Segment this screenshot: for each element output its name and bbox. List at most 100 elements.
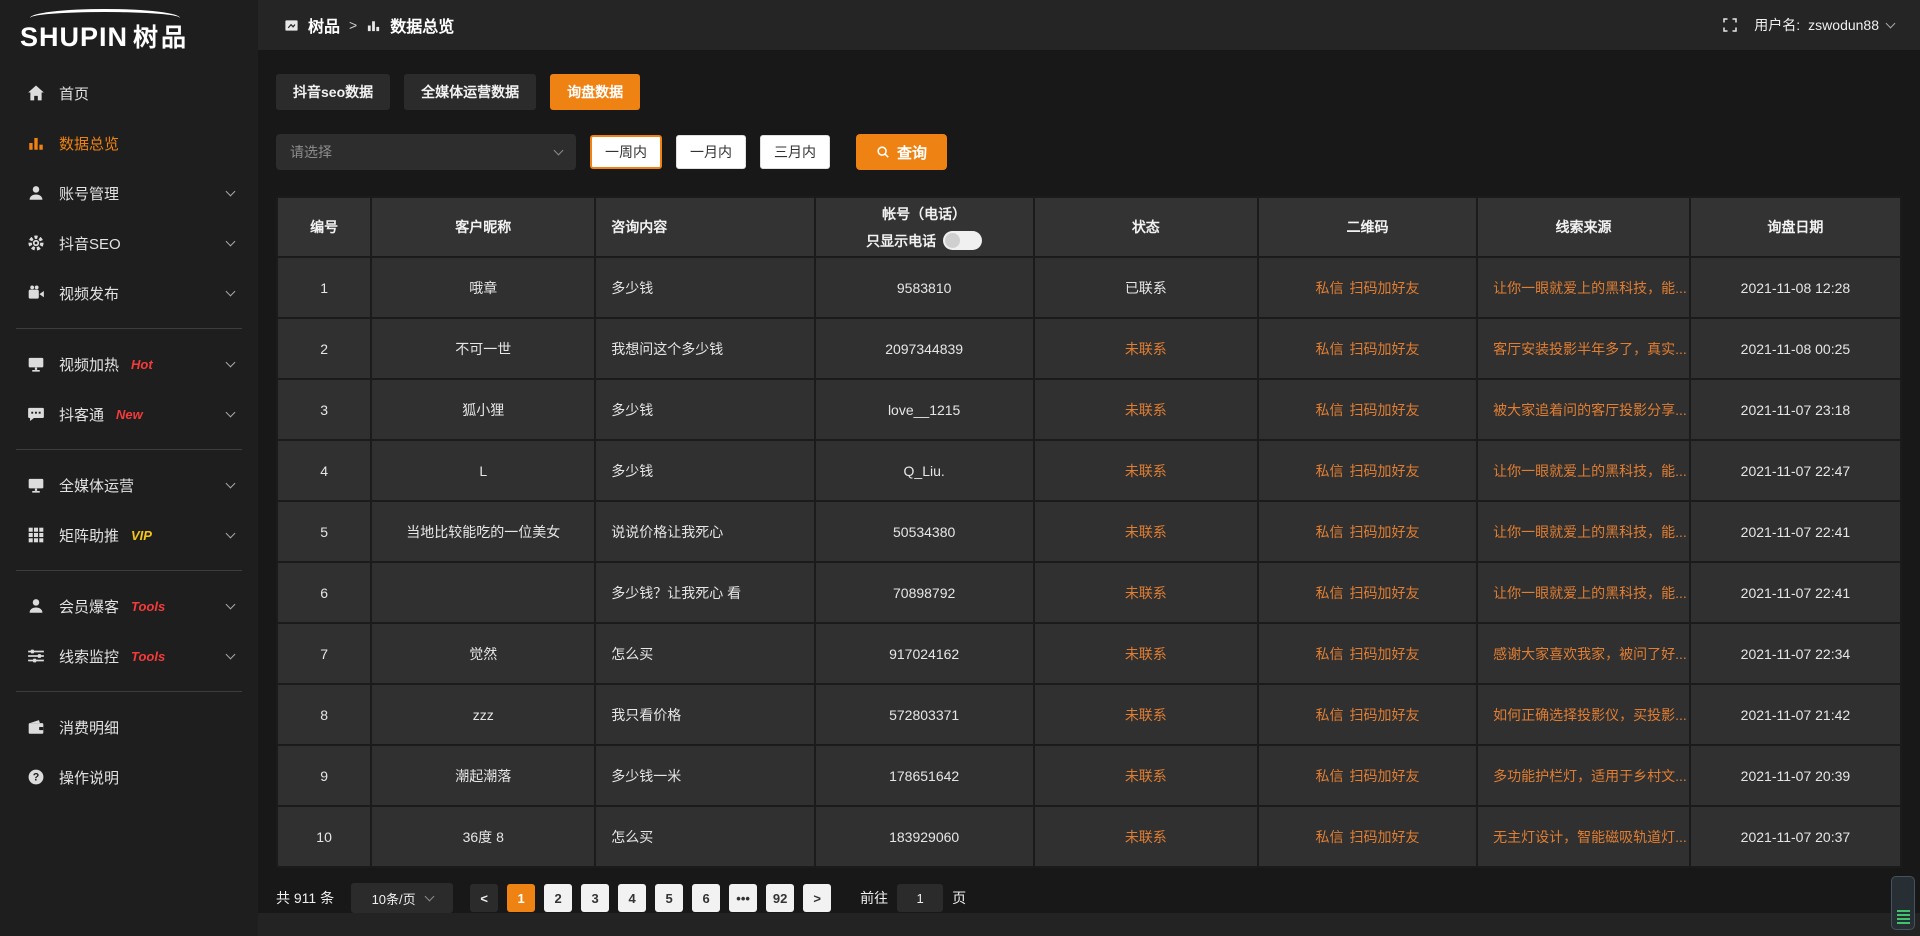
prev-page-button[interactable]: < bbox=[470, 884, 498, 912]
range-button-one-month[interactable]: 一月内 bbox=[676, 135, 746, 169]
scan-add-friend-link[interactable]: 扫码加好友 bbox=[1349, 768, 1419, 784]
page-button-2[interactable]: 2 bbox=[544, 884, 572, 912]
sidebar-item-matrix-boost[interactable]: 矩阵助推 VIP bbox=[0, 510, 258, 560]
cell-qrcode: 私信扫码加好友 bbox=[1258, 257, 1477, 318]
sidebar-item-video-publish[interactable]: 视频发布 bbox=[0, 268, 258, 318]
sidebar-item-video-heating[interactable]: 视频加热Hot bbox=[0, 339, 258, 389]
sidebar-item-home[interactable]: 首页 bbox=[0, 68, 258, 118]
breadcrumb-item-page[interactable]: 数据总览 bbox=[390, 13, 454, 37]
filter-select-placeholder: 请选择 bbox=[290, 142, 332, 162]
private-message-link[interactable]: 私信 bbox=[1315, 524, 1343, 540]
source-link[interactable]: 多功能护栏灯，适用于乡村文... bbox=[1493, 768, 1687, 784]
private-message-link[interactable]: 私信 bbox=[1315, 585, 1343, 601]
cell-date: 2021-11-07 20:39 bbox=[1690, 745, 1901, 806]
private-message-link[interactable]: 私信 bbox=[1315, 402, 1343, 418]
cell-source: 让你一眼就爱上的黑科技，能... bbox=[1477, 257, 1690, 318]
scan-add-friend-link[interactable]: 扫码加好友 bbox=[1349, 829, 1419, 845]
search-icon bbox=[876, 145, 890, 159]
chevron-down-icon bbox=[226, 287, 236, 297]
range-button-one-week[interactable]: 一周内 bbox=[590, 135, 662, 169]
sidebar-item-douyin-seo[interactable]: 抖音SEO bbox=[0, 218, 258, 268]
tab-omni-media-data[interactable]: 全媒体运营数据 bbox=[404, 74, 536, 110]
private-message-link[interactable]: 私信 bbox=[1315, 768, 1343, 784]
cell-nickname: 当地比较能吃的一位美女 bbox=[371, 501, 595, 562]
source-link[interactable]: 感谢大家喜欢我家，被问了好... bbox=[1493, 646, 1687, 662]
inquiry-table: 编号 客户昵称 咨询内容 帐号（电话） 只显示电话 状态 二维码 线索来源 询盘… bbox=[276, 196, 1902, 868]
page-button-1[interactable]: 1 bbox=[507, 884, 535, 912]
sidebar-item-label: 数据总览 bbox=[59, 133, 119, 154]
scan-add-friend-link[interactable]: 扫码加好友 bbox=[1349, 463, 1419, 479]
sidebar-badge: Tools bbox=[131, 649, 165, 664]
next-page-button[interactable]: > bbox=[803, 884, 831, 912]
source-link[interactable]: 让你一眼就爱上的黑科技，能... bbox=[1493, 524, 1687, 540]
sidebar-item-member-baoke[interactable]: 会员爆客Tools bbox=[0, 581, 258, 631]
cell-qrcode: 私信扫码加好友 bbox=[1258, 806, 1477, 867]
private-message-link[interactable]: 私信 bbox=[1315, 707, 1343, 723]
page-button-5[interactable]: 5 bbox=[655, 884, 683, 912]
cell-content: 我只看价格 bbox=[595, 684, 814, 745]
sidebar-item-data-overview[interactable]: 数据总览 bbox=[0, 118, 258, 168]
floating-widget[interactable] bbox=[1891, 876, 1915, 930]
phone-only-toggle[interactable] bbox=[943, 231, 982, 250]
scan-add-friend-link[interactable]: 扫码加好友 bbox=[1349, 585, 1419, 601]
sidebar-item-label: 矩阵助推 bbox=[59, 525, 119, 546]
sidebar-badge: VIP bbox=[131, 528, 152, 543]
page-ellipsis-button[interactable]: ••• bbox=[729, 884, 757, 912]
fullscreen-icon[interactable] bbox=[1722, 17, 1738, 33]
page-button-3[interactable]: 3 bbox=[581, 884, 609, 912]
cell-account: 70898792 bbox=[815, 562, 1034, 623]
scan-add-friend-link[interactable]: 扫码加好友 bbox=[1349, 402, 1419, 418]
private-message-link[interactable]: 私信 bbox=[1315, 646, 1343, 662]
cell-nickname: 不可一世 bbox=[371, 318, 595, 379]
cell-nickname: 36度 8 bbox=[371, 806, 595, 867]
user-menu[interactable]: 用户名: zswodun88 bbox=[1754, 15, 1894, 35]
source-link[interactable]: 让你一眼就爱上的黑科技，能... bbox=[1493, 463, 1687, 479]
page-button-6[interactable]: 6 bbox=[692, 884, 720, 912]
private-message-link[interactable]: 私信 bbox=[1315, 463, 1343, 479]
private-message-link[interactable]: 私信 bbox=[1315, 341, 1343, 357]
page-button-4[interactable]: 4 bbox=[618, 884, 646, 912]
source-link[interactable]: 被大家追着问的客厅投影分享... bbox=[1493, 402, 1687, 418]
source-link[interactable]: 客厅安装投影半年多了，真实... bbox=[1493, 341, 1687, 357]
scan-add-friend-link[interactable]: 扫码加好友 bbox=[1349, 707, 1419, 723]
source-link[interactable]: 让你一眼就爱上的黑科技，能... bbox=[1493, 585, 1687, 601]
scan-add-friend-link[interactable]: 扫码加好友 bbox=[1349, 341, 1419, 357]
cell-account: love__1215 bbox=[815, 379, 1034, 440]
page-button-92[interactable]: 92 bbox=[766, 884, 794, 912]
sidebar-item-account-management[interactable]: 账号管理 bbox=[0, 168, 258, 218]
pagination-total: 共 911 条 bbox=[276, 888, 334, 908]
filter-select[interactable]: 请选择 bbox=[276, 134, 576, 170]
private-message-link[interactable]: 私信 bbox=[1315, 829, 1343, 845]
breadcrumb-item-brand[interactable]: 树品 bbox=[308, 13, 340, 37]
sidebar: SHUPIN树品 首页数据总览账号管理抖音SEO视频发布视频加热Hot抖客通Ne… bbox=[0, 0, 258, 936]
sidebar-item-consumption-detail[interactable]: 消费明细 bbox=[0, 702, 258, 752]
scan-add-friend-link[interactable]: 扫码加好友 bbox=[1349, 646, 1419, 662]
cell-account: 178651642 bbox=[815, 745, 1034, 806]
sidebar-divider bbox=[16, 328, 242, 329]
search-button[interactable]: 查询 bbox=[856, 134, 947, 170]
sidebar-item-douketong[interactable]: 抖客通New bbox=[0, 389, 258, 439]
cell-nickname bbox=[371, 562, 595, 623]
source-link[interactable]: 让你一眼就爱上的黑科技，能... bbox=[1493, 280, 1687, 296]
sidebar-badge: New bbox=[116, 407, 143, 422]
scan-add-friend-link[interactable]: 扫码加好友 bbox=[1349, 280, 1419, 296]
sidebar-item-instructions[interactable]: ?操作说明 bbox=[0, 752, 258, 802]
sidebar-item-label: 全媒体运营 bbox=[59, 475, 134, 496]
sidebar-item-label: 抖音SEO bbox=[59, 233, 121, 254]
sidebar-menu: 首页数据总览账号管理抖音SEO 视频发布视频加热Hot抖客通New 全媒体运营矩阵助… bbox=[0, 58, 258, 802]
tab-douyin-seo-data[interactable]: 抖音seo数据 bbox=[276, 74, 390, 110]
sidebar-divider bbox=[16, 449, 242, 450]
range-button-three-months[interactable]: 三月内 bbox=[760, 135, 830, 169]
card-icon bbox=[284, 18, 299, 33]
private-message-link[interactable]: 私信 bbox=[1315, 280, 1343, 296]
goto-page-input[interactable] bbox=[897, 884, 943, 912]
sidebar-item-omni-media[interactable]: 全媒体运营 bbox=[0, 460, 258, 510]
chevron-down-icon bbox=[1886, 19, 1896, 29]
sidebar-item-lead-monitor[interactable]: 线索监控Tools bbox=[0, 631, 258, 681]
scan-add-friend-link[interactable]: 扫码加好友 bbox=[1349, 524, 1419, 540]
source-link[interactable]: 如何正确选择投影仪，买投影... bbox=[1493, 707, 1687, 723]
breadcrumb: 树品 > 数据总览 bbox=[284, 13, 454, 37]
tab-inquiry-data[interactable]: 询盘数据 bbox=[550, 74, 640, 110]
source-link[interactable]: 无主灯设计，智能磁吸轨道灯... bbox=[1493, 829, 1687, 845]
page-size-select[interactable]: 10条/页 bbox=[351, 883, 453, 913]
